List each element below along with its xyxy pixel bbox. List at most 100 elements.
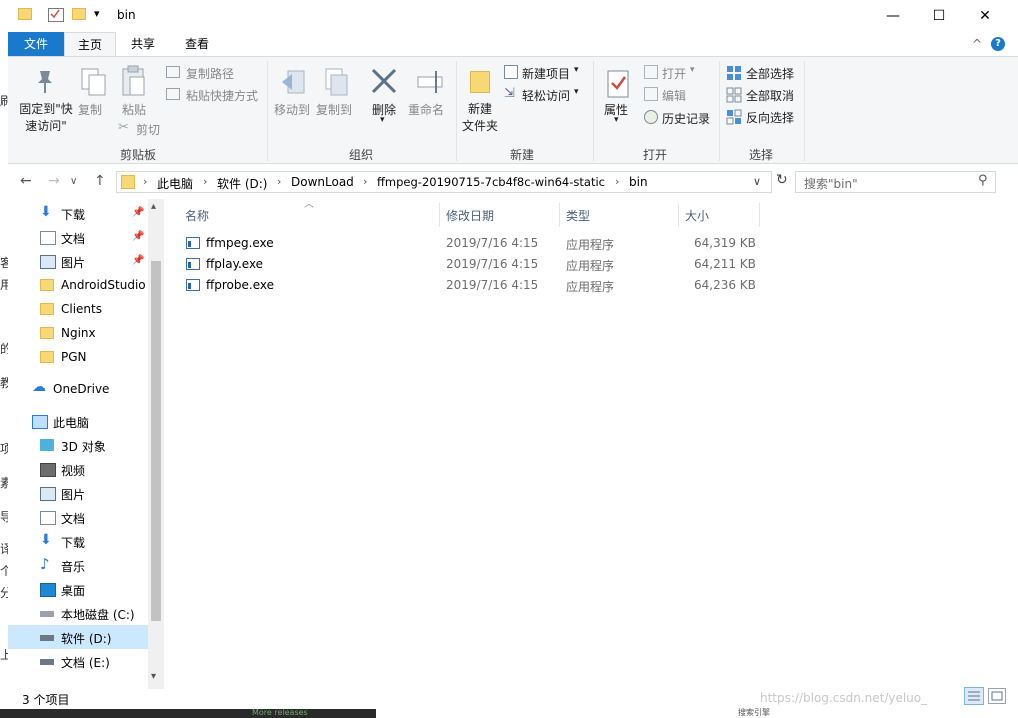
paste-shortcut-label: 粘贴快捷方式 [186, 89, 259, 103]
edit-button[interactable]: 编辑 [644, 86, 714, 104]
nav-item-downloads[interactable]: ⬇ 下载 📌 [8, 201, 148, 225]
nav-item-androidstudio[interactable]: AndroidStudio [8, 273, 148, 297]
breadcrumb-separator[interactable]: › [143, 175, 147, 188]
nav-item-nginx[interactable]: Nginx [8, 321, 148, 345]
nav-item-this-pc[interactable]: 此电脑 [8, 409, 148, 433]
new-folder-button[interactable]: 新建 文件夹 [460, 63, 500, 143]
tab-view[interactable]: 查看 [172, 32, 222, 56]
rename-icon [417, 71, 443, 93]
select-all-button[interactable]: 全部选择 [726, 64, 806, 82]
nav-item-music[interactable]: ♪ 音乐 [8, 553, 148, 577]
pin-icon[interactable]: 📌 [132, 231, 144, 242]
nav-item-3d-objects[interactable]: 3D 对象 [8, 433, 148, 457]
maximize-button[interactable]: ☐ [916, 4, 962, 28]
delete-button[interactable]: 删除 ▾ [364, 63, 404, 137]
refresh-icon[interactable]: ↻ [776, 172, 788, 188]
nav-item-pc-downloads[interactable]: ⬇ 下载 [8, 529, 148, 553]
paste-label: 粘贴 [122, 103, 147, 117]
close-button[interactable]: ✕ [962, 4, 1008, 28]
column-header-name[interactable]: 名称 [185, 207, 209, 224]
move-to-button[interactable]: 移动到 [274, 63, 314, 133]
breadcrumb-this-pc[interactable]: 此电脑 [157, 175, 193, 192]
nav-item-drive-d[interactable]: 软件 (D:) [8, 625, 148, 649]
file-row-ffmpeg[interactable]: ffmpeg.exe 2019/7/16 4:15 应用程序 64,319 KB [182, 233, 762, 254]
easy-access-button[interactable]: ⇲ 轻松访问 ▾ [504, 86, 588, 104]
tab-file[interactable]: 文件 [8, 32, 64, 56]
rename-label: 重命名 [408, 103, 445, 117]
search-input[interactable]: 搜索"bin" ⚲ [795, 171, 996, 193]
breadcrumb-drive-d[interactable]: 软件 (D:) [217, 175, 267, 192]
nav-item-drive-c[interactable]: 本地磁盘 (C:) [8, 601, 148, 625]
nav-scrollbar-thumb[interactable] [151, 261, 161, 621]
up-icon[interactable]: ↑ [94, 173, 106, 189]
minimize-button[interactable]: — [870, 4, 916, 28]
nav-item-pictures[interactable]: 图片 📌 [8, 249, 148, 273]
column-header-modified[interactable]: 修改日期 [446, 207, 494, 224]
column-divider[interactable] [439, 203, 440, 227]
tab-share[interactable]: 共享 [118, 32, 168, 56]
pin-icon[interactable]: 📌 [132, 255, 144, 266]
invert-selection-button[interactable]: 反向选择 [726, 108, 806, 126]
rename-button[interactable]: 重命名 [408, 63, 454, 133]
scroll-down-icon[interactable]: ▾ [151, 671, 156, 682]
nav-item-onedrive[interactable]: ☁ OneDrive [8, 377, 148, 401]
pin-icon[interactable]: 📌 [132, 207, 144, 218]
nav-item-pc-pictures[interactable]: 图片 [8, 481, 148, 505]
breadcrumb-separator[interactable]: › [363, 175, 367, 188]
breadcrumb-ffmpeg[interactable]: ffmpeg-20190715-7cb4f8c-win64-static [377, 175, 605, 189]
properties-button[interactable]: 属性 ▾ [598, 63, 638, 137]
cut-button[interactable]: ✂ 剪切 [118, 120, 178, 138]
breadcrumb-separator[interactable]: › [203, 175, 207, 188]
copy-icon [81, 68, 106, 96]
column-header-size[interactable]: 大小 [685, 207, 709, 224]
paste-shortcut-button[interactable]: 粘贴快捷方式 [166, 86, 266, 104]
large-icons-view-icon[interactable] [988, 688, 1006, 704]
nav-item-clients[interactable]: Clients [8, 297, 148, 321]
help-icon[interactable]: ? [991, 37, 1005, 51]
column-divider[interactable] [678, 203, 679, 227]
address-bar[interactable]: › 此电脑 › 软件 (D:) › DownLoad › ffmpeg-2019… [116, 171, 772, 193]
pin-icon [38, 71, 52, 93]
scroll-up-icon[interactable]: ▴ [151, 201, 156, 212]
breadcrumb-separator[interactable]: › [615, 175, 619, 188]
breadcrumb-separator[interactable]: › [277, 175, 281, 188]
properties-check-icon[interactable] [48, 8, 64, 22]
copy-to-button[interactable]: 复制到 [316, 63, 356, 133]
nav-item-desktop[interactable]: 桌面 [8, 577, 148, 601]
nav-item-pgn[interactable]: PGN [8, 345, 148, 369]
pin-quick-access-button[interactable]: 固定到"快速访问" [12, 63, 74, 143]
address-dropdown-icon[interactable]: ∨ [753, 175, 761, 188]
breadcrumb-bin[interactable]: bin [629, 175, 648, 189]
music-note-icon: ♪ [40, 555, 50, 573]
new-folder-icon[interactable] [72, 8, 86, 20]
nav-item-drive-e[interactable]: 文档 (E:) [8, 649, 148, 673]
tab-home[interactable]: 主页 [64, 32, 116, 56]
open-button[interactable]: 打开 ▾ [644, 64, 714, 82]
group-divider [267, 61, 268, 161]
new-item-button[interactable]: 新建项目 ▾ [504, 64, 588, 82]
cloud-icon: ☁ [32, 379, 46, 395]
column-divider[interactable] [759, 203, 760, 227]
collapse-ribbon-icon[interactable]: ^ [972, 37, 982, 51]
recent-locations-icon[interactable]: ∨ [70, 176, 77, 187]
select-none-button[interactable]: 全部取消 [726, 86, 806, 104]
forward-icon[interactable]: → [48, 173, 60, 189]
nav-item-videos[interactable]: 视频 [8, 457, 148, 481]
clipboard-group-label: 剪贴板 [120, 148, 157, 162]
breadcrumb-download[interactable]: DownLoad [291, 175, 354, 189]
properties-icon [607, 70, 629, 98]
back-icon[interactable]: ← [20, 173, 32, 189]
nav-item-documents[interactable]: 文档 📌 [8, 225, 148, 249]
column-divider[interactable] [559, 203, 560, 227]
file-row-ffplay[interactable]: ffplay.exe 2019/7/16 4:15 应用程序 64,211 KB [182, 254, 762, 275]
file-row-ffprobe[interactable]: ffprobe.exe 2019/7/16 4:15 应用程序 64,236 K… [182, 275, 762, 296]
nav-item-pc-documents[interactable]: 文档 [8, 505, 148, 529]
copy-path-button[interactable]: 复制路径 [166, 64, 266, 82]
copy-button[interactable]: 复制 [76, 63, 112, 133]
qat-dropdown-icon[interactable]: ▾ [94, 7, 100, 20]
history-button[interactable]: 历史记录 [644, 109, 724, 127]
details-view-icon[interactable] [964, 687, 984, 705]
column-header-type[interactable]: 类型 [566, 207, 590, 224]
file-type: 应用程序 [566, 259, 615, 273]
nav-item-label: 此电脑 [53, 416, 90, 430]
